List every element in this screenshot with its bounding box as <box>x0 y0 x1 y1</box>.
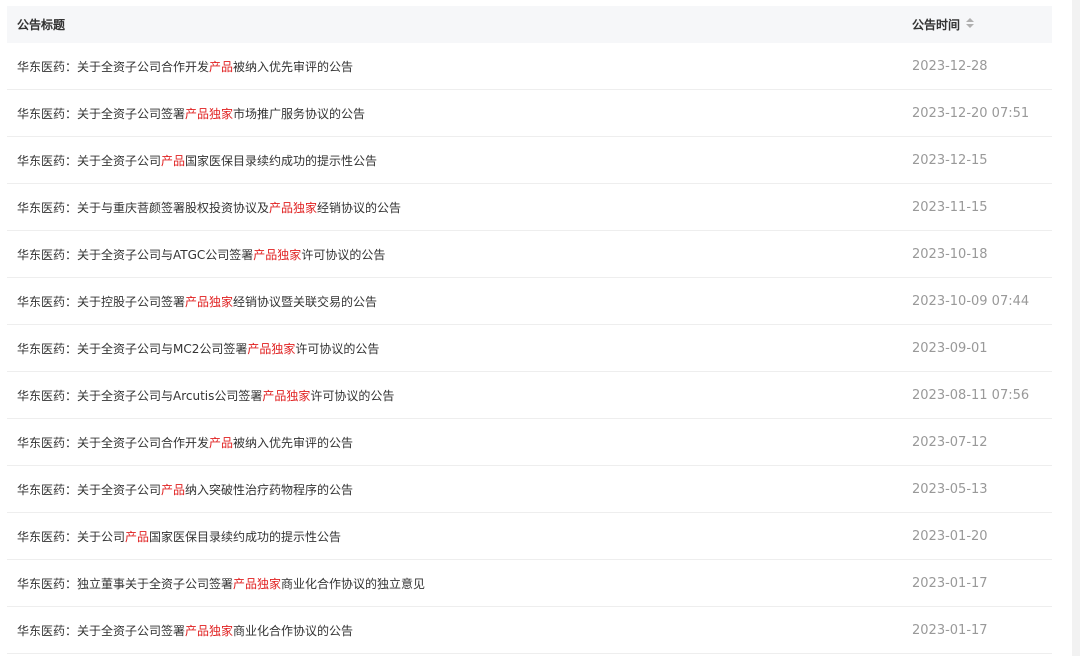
table-row[interactable]: 华东医药：关于全资子公司与MC2公司签署产品独家许可协议的公告 2023-09-0… <box>7 325 1052 372</box>
announcement-time: 2023-10-09 07:44 <box>912 293 1030 309</box>
title-text: 华东医药：独立董事关于全资子公司签署 <box>17 576 234 591</box>
title-text: 商业化合作协议的公告 <box>233 623 354 638</box>
title-text: 华东医药：关于控股子公司签署 <box>17 294 186 309</box>
header-time[interactable]: 公告时间 <box>912 16 1052 33</box>
announcement-time: 2023-12-15 <box>912 152 988 168</box>
announcement-time: 2023-08-11 07:56 <box>912 387 1030 403</box>
announcement-title-link[interactable]: 华东医药：关于控股子公司签署产品独家经销协议暨关联交易的公告 <box>7 293 912 310</box>
announcement-title-link[interactable]: 华东医药：关于全资子公司签署产品独家商业化合作协议的公告 <box>7 622 912 639</box>
keyword-highlight: 产品独家 <box>185 623 234 638</box>
keyword-highlight: 产品 <box>209 59 234 74</box>
announcement-time: 2023-10-18 <box>912 246 988 262</box>
table-row[interactable]: 华东医药：关于全资子公司产品国家医保目录续约成功的提示性公告 2023-12-15 <box>7 137 1052 184</box>
announcement-title-link[interactable]: 华东医药：关于与重庆菩颜签署股权投资协议及产品独家经销协议的公告 <box>7 199 912 216</box>
title-text: 华东医药：关于全资子公司签署 <box>17 106 186 121</box>
announcement-time: 2023-07-12 <box>912 434 988 450</box>
title-text: 被纳入优先审评的公告 <box>233 435 354 450</box>
announcement-time: 2023-01-17 <box>912 622 988 638</box>
table-row[interactable]: 华东医药：关于全资子公司签署产品独家市场推广服务协议的公告 2023-12-20 … <box>7 90 1052 137</box>
title-text: 华东医药：关于全资子公司与MC2公司签署 <box>17 341 248 356</box>
announcement-time: 2023-12-28 <box>912 58 988 74</box>
keyword-highlight: 产品独家 <box>247 341 296 356</box>
table-row[interactable]: 华东医药：关于全资子公司签署产品独家商业化合作协议的公告 2023-01-17 <box>7 607 1052 654</box>
title-text: 华东医药：关于全资子公司与Arcutis公司签署 <box>17 388 263 403</box>
announcement-title-link[interactable]: 华东医药：关于公司产品国家医保目录续约成功的提示性公告 <box>7 528 912 545</box>
title-text: 华东医药：关于全资子公司签署 <box>17 623 186 638</box>
title-text: 纳入突破性治疗药物程序的公告 <box>185 482 354 497</box>
announcement-title-link[interactable]: 华东医药：关于全资子公司与Arcutis公司签署产品独家许可协议的公告 <box>7 387 912 404</box>
title-text: 经销协议的公告 <box>317 200 402 215</box>
announcement-time: 2023-01-20 <box>912 528 988 544</box>
announcement-title-link[interactable]: 华东医药：关于全资子公司合作开发产品被纳入优先审评的公告 <box>7 58 912 75</box>
announcement-title-link[interactable]: 华东医药：关于全资子公司产品纳入突破性治疗药物程序的公告 <box>7 481 912 498</box>
title-text: 国家医保目录续约成功的提示性公告 <box>149 529 342 544</box>
title-text: 华东医药：关于全资子公司 <box>17 482 162 497</box>
table-row[interactable]: 华东医药：独立董事关于全资子公司签署产品独家商业化合作协议的独立意见 2023-0… <box>7 560 1052 607</box>
announcement-title-link[interactable]: 华东医药：关于全资子公司产品国家医保目录续约成功的提示性公告 <box>7 152 912 169</box>
announcement-title-link[interactable]: 华东医药：关于全资子公司签署产品独家市场推广服务协议的公告 <box>7 105 912 122</box>
scrollbar[interactable] <box>1072 0 1080 656</box>
header-time-label: 公告时间 <box>912 18 961 32</box>
announcement-title-link[interactable]: 华东医药：独立董事关于全资子公司签署产品独家商业化合作协议的独立意见 <box>7 575 912 592</box>
title-text: 商业化合作协议的独立意见 <box>281 576 426 591</box>
keyword-highlight: 产品独家 <box>253 247 302 262</box>
keyword-highlight: 产品独家 <box>262 388 311 403</box>
title-text: 华东医药：关于全资子公司与ATGC公司签署 <box>17 247 254 262</box>
announcement-time: 2023-12-20 07:51 <box>912 105 1030 121</box>
table-body: 华东医药：关于全资子公司合作开发产品被纳入优先审评的公告 2023-12-28 华东… <box>7 43 1052 654</box>
announcement-table: 公告标题 公告时间 华东医药：关于全资子公司合作开发产品被纳入优先审评的公告 20… <box>7 6 1052 654</box>
header-title: 公告标题 <box>17 18 66 32</box>
announcement-title-link[interactable]: 华东医药：关于全资子公司与MC2公司签署产品独家许可协议的公告 <box>7 340 912 357</box>
announcement-time: 2023-01-17 <box>912 575 988 591</box>
keyword-highlight: 产品 <box>125 529 150 544</box>
title-text: 华东医药：关于公司 <box>17 529 126 544</box>
announcement-time: 2023-11-15 <box>912 199 988 215</box>
table-row[interactable]: 华东医药：关于全资子公司与ATGC公司签署产品独家许可协议的公告 2023-10-… <box>7 231 1052 278</box>
title-text: 华东医药：关于全资子公司合作开发 <box>17 59 210 74</box>
table-row[interactable]: 华东医药：关于公司产品国家医保目录续约成功的提示性公告 2023-01-20 <box>7 513 1052 560</box>
keyword-highlight: 产品独家 <box>185 106 234 121</box>
table-row[interactable]: 华东医药：关于全资子公司合作开发产品被纳入优先审评的公告 2023-07-12 <box>7 419 1052 466</box>
table-row[interactable]: 华东医药：关于全资子公司与Arcutis公司签署产品独家许可协议的公告 2023-… <box>7 372 1052 419</box>
table-row[interactable]: 华东医药：关于控股子公司签署产品独家经销协议暨关联交易的公告 2023-10-09… <box>7 278 1052 325</box>
title-text: 国家医保目录续约成功的提示性公告 <box>185 153 378 168</box>
title-text: 市场推广服务协议的公告 <box>233 106 366 121</box>
title-text: 华东医药：关于全资子公司合作开发 <box>17 435 210 450</box>
table-row[interactable]: 华东医药：关于与重庆菩颜签署股权投资协议及产品独家经销协议的公告 2023-11-… <box>7 184 1052 231</box>
table-row[interactable]: 华东医药：关于全资子公司产品纳入突破性治疗药物程序的公告 2023-05-13 <box>7 466 1052 513</box>
title-text: 许可协议的公告 <box>295 341 380 356</box>
title-text: 许可协议的公告 <box>310 388 395 403</box>
title-text: 被纳入优先审评的公告 <box>233 59 354 74</box>
title-text: 经销协议暨关联交易的公告 <box>233 294 378 309</box>
announcement-time: 2023-05-13 <box>912 481 988 497</box>
table-row[interactable]: 华东医药：关于全资子公司合作开发产品被纳入优先审评的公告 2023-12-28 <box>7 43 1052 90</box>
title-text: 华东医药：关于全资子公司 <box>17 153 162 168</box>
keyword-highlight: 产品 <box>161 153 186 168</box>
announcement-time: 2023-09-01 <box>912 340 988 356</box>
keyword-highlight: 产品独家 <box>269 200 318 215</box>
announcement-title-link[interactable]: 华东医药：关于全资子公司合作开发产品被纳入优先审评的公告 <box>7 434 912 451</box>
keyword-highlight: 产品独家 <box>185 294 234 309</box>
title-text: 许可协议的公告 <box>301 247 386 262</box>
title-text: 华东医药：关于与重庆菩颜签署股权投资协议及 <box>17 200 270 215</box>
keyword-highlight: 产品 <box>161 482 186 497</box>
sort-icon[interactable] <box>966 18 975 31</box>
keyword-highlight: 产品 <box>209 435 234 450</box>
table-header: 公告标题 公告时间 <box>7 6 1052 43</box>
announcement-title-link[interactable]: 华东医药：关于全资子公司与ATGC公司签署产品独家许可协议的公告 <box>7 246 912 263</box>
keyword-highlight: 产品独家 <box>233 576 282 591</box>
